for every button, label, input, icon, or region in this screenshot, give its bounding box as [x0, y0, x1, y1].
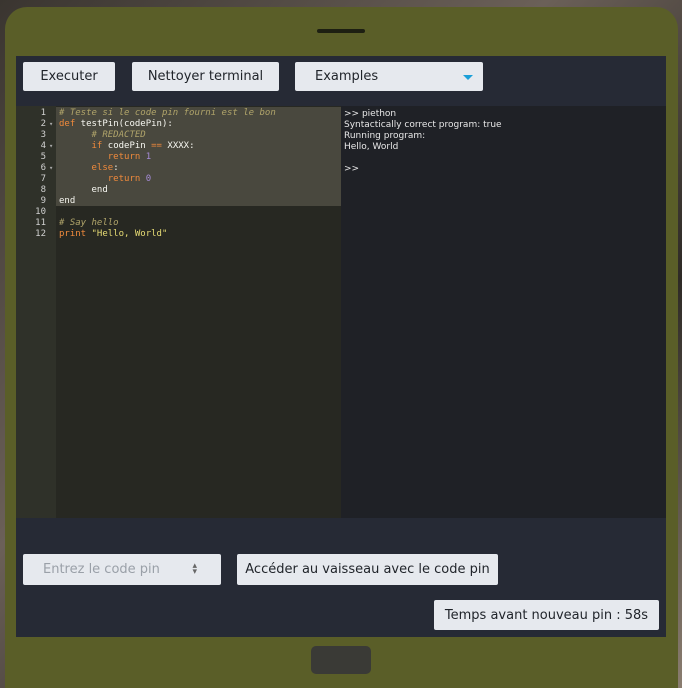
examples-select[interactable]: Examples	[295, 62, 483, 91]
code-token: ==	[151, 141, 162, 151]
code-token: if	[59, 141, 103, 151]
home-button[interactable]	[311, 646, 371, 674]
line-number: 4	[40, 141, 46, 151]
code-line: # Teste si le code pin fourni est le bon	[59, 108, 276, 119]
code-token: codePin	[102, 141, 152, 151]
terminal-line: Hello, World	[344, 142, 399, 152]
line-number: 11	[35, 218, 46, 228]
code-line: return 0	[59, 174, 151, 185]
terminal-line: >> piethon	[344, 109, 397, 119]
code-token: return	[59, 174, 141, 184]
code-token: XXXX:	[161, 141, 195, 151]
line-number: 2	[40, 119, 46, 129]
code-area[interactable]: # Teste si le code pin fourni est le bon…	[56, 106, 341, 518]
execute-button[interactable]: Executer	[23, 62, 115, 91]
line-number: 7	[40, 174, 46, 184]
code-line: end	[59, 185, 108, 196]
examples-select-value: Examples	[315, 69, 379, 84]
code-token: # Teste si le code pin fourni est le bon	[59, 108, 276, 118]
code-line: print "Hello, World"	[59, 229, 167, 240]
pin-code-input[interactable]: Entrez le code pin ▴ ▾	[23, 554, 221, 585]
terminal-line: >>	[344, 164, 360, 174]
screen: Executer Nettoyer terminal Examples 1 2 ▾ 3…	[16, 56, 666, 637]
line-number: 3	[40, 130, 46, 140]
fold-arrow-icon[interactable]: ▾	[49, 163, 53, 174]
code-token: end	[59, 185, 108, 195]
code-line: end	[59, 196, 75, 207]
code-line: if codePin == XXXX:	[59, 141, 195, 152]
code-token: # REDACTED	[59, 130, 146, 140]
fold-arrow-icon[interactable]: ▾	[49, 119, 53, 130]
terminal-line: Running program:	[344, 131, 426, 141]
pin-code-placeholder: Entrez le code pin	[43, 562, 160, 577]
line-number: 8	[40, 185, 46, 195]
tablet-frame: Executer Nettoyer terminal Examples 1 2 ▾ 3…	[5, 7, 678, 688]
code-line: else:	[59, 163, 119, 174]
code-token: else	[59, 163, 114, 173]
code-token: testPin(codePin):	[75, 119, 173, 129]
spinner-arrows-icon[interactable]: ▴ ▾	[192, 562, 197, 577]
code-line: # Say hello	[59, 218, 119, 229]
line-number: 5	[40, 152, 46, 162]
line-number: 6	[40, 163, 46, 173]
code-token: 0	[140, 174, 152, 184]
fold-arrow-icon[interactable]: ▾	[49, 141, 53, 152]
code-editor[interactable]: 1 2 ▾ 3 4 ▾ 5 6 ▾ 7 8 9 10 11 12 # Teste si le code pi…	[16, 106, 341, 518]
code-token: def	[59, 119, 76, 129]
access-ship-button[interactable]: Accéder au vaisseau avec le code pin	[237, 554, 498, 585]
terminal-output: >> piethon Syntactically correct program:…	[341, 106, 666, 518]
code-token: :	[113, 163, 119, 173]
code-token: end	[59, 196, 76, 206]
line-number-gutter: 1 2 ▾ 3 4 ▾ 5 6 ▾ 7 8 9 10 11 12	[16, 106, 56, 518]
line-number: 12	[35, 229, 46, 239]
terminal-line: Syntactically correct program: true	[344, 120, 502, 130]
code-token: return	[59, 152, 141, 162]
chevron-down-icon	[463, 75, 473, 80]
code-token: "Hello, World"	[86, 229, 168, 239]
new-pin-timer: Temps avant nouveau pin : 58s	[434, 600, 659, 630]
speaker-grille	[317, 29, 365, 33]
code-line: # REDACTED	[59, 130, 146, 141]
clear-terminal-button[interactable]: Nettoyer terminal	[132, 62, 279, 91]
line-number: 9	[40, 196, 46, 206]
code-line: def testPin(codePin):	[59, 119, 173, 130]
code-token: # Say hello	[59, 218, 119, 228]
code-token: print	[59, 229, 87, 239]
code-token: 1	[140, 152, 152, 162]
code-line: return 1	[59, 152, 151, 163]
line-number: 1	[40, 108, 46, 118]
line-number: 10	[35, 207, 46, 217]
